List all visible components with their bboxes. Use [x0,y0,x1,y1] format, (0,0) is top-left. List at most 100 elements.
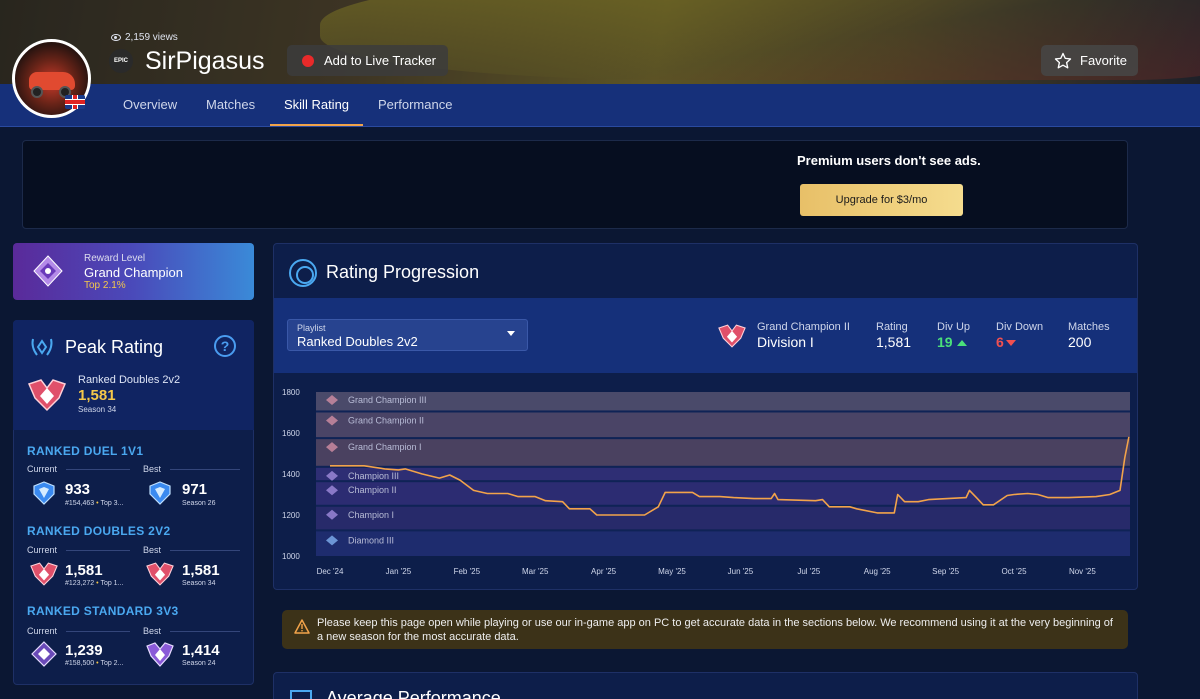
divider [66,550,130,551]
x-tick-label: May '25 [658,567,686,576]
x-tick-label: Jun '25 [728,567,754,576]
playlist-label: Playlist [297,323,326,333]
steering-wheel-icon [289,259,317,287]
profile-nav [0,84,1200,127]
div-up-label: Div Up [937,321,971,333]
view-count-text: 2,159 views [125,32,178,43]
rank-band [316,531,1130,556]
divider [66,631,130,632]
grand-champion-icon [718,324,746,348]
diamond-icon [149,481,171,505]
divider [66,469,130,470]
best-label: Best [143,545,162,555]
grand-champion-icon [30,562,58,586]
ranked-duel-current: 933 [65,481,91,498]
best-label: Best [143,626,162,636]
rank-band-label: Grand Champion II [348,416,424,426]
eye-icon [111,34,121,41]
ranked-doubles-best-season: Season 34 [182,580,216,587]
x-tick-label: Mar '25 [522,567,549,576]
live-tracker-label: Add to Live Tracker [324,53,436,68]
ranked-duel-best: 971 [182,481,208,498]
tab-skill-rating[interactable]: Skill Rating [284,97,349,112]
x-tick-label: Jul '25 [797,567,820,576]
view-count: 2,159 views [111,32,178,43]
ranked-standard-rank: #158,500 • Top 2... [65,660,124,667]
div-up-value: 19 [937,334,967,350]
peak-season: Season 34 [78,405,117,414]
peak-playlist: Ranked Doubles 2v2 [78,374,181,386]
champion-icon [146,642,174,667]
grand-champion-icon [146,562,174,586]
ranked-duel-title: RANKED DUEL 1V1 [27,444,144,458]
ranked-standard-title: RANKED STANDARD 3V3 [27,604,179,618]
current-label: Current [27,626,58,636]
grand-champion-reward-icon [33,255,63,287]
reward-rank: Grand Champion [84,265,183,280]
laurel-icon [31,338,53,356]
y-tick-label: 1000 [282,552,300,561]
rank-band [316,392,1130,411]
rank-band [316,412,1130,438]
reward-top-percent: Top 2.1% [84,280,126,291]
arrow-down-icon [1005,340,1016,347]
help-icon[interactable]: ? [214,335,236,357]
x-tick-label: Jan '25 [386,567,412,576]
rating-value: 1,581 [876,334,912,350]
ranked-duel-best-season: Season 26 [182,500,216,507]
diamond-icon [33,481,55,505]
x-tick-label: Aug '25 [864,567,891,576]
x-tick-label: Feb '25 [454,567,481,576]
upgrade-button[interactable]: Upgrade for $3/mo [800,184,963,216]
player-name: SirPigasus [145,47,265,75]
current-label: Current [27,545,58,555]
div-down-label: Div Down [996,321,1044,333]
rank-division: Division I [757,334,814,350]
peak-rating-title: Peak Rating [65,337,164,357]
x-tick-label: Oct '25 [1001,567,1027,576]
ranked-doubles-current: 1,581 [65,562,103,579]
y-tick-label: 1200 [282,511,300,520]
rank-band [316,439,1130,466]
tab-overview[interactable]: Overview [123,97,177,112]
tracking-notice-text: Please keep this page open while playing… [317,617,1113,643]
rank-band-label: Diamond III [348,535,394,545]
arrow-up-icon [956,340,967,347]
tab-matches[interactable]: Matches [206,97,255,112]
divider [170,469,240,470]
rank-band [316,506,1130,530]
divider [170,550,240,551]
uk-flag-icon [65,95,85,109]
grand-champion-icon [27,379,67,412]
rank-band [316,482,1130,505]
epic-games-icon: EPIC [109,49,133,73]
ranked-duel-rank: #154,463 • Top 3... [65,500,124,507]
rating-progression-chart[interactable]: Grand Champion III Grand Champion II Grand… [276,378,1136,583]
x-tick-label: Nov '25 [1069,567,1096,576]
x-tick-label: Apr '25 [591,567,617,576]
rating-label: Rating [876,321,908,333]
divider [170,631,240,632]
peak-rating-value: 1,581 [78,387,116,404]
playlist-value: Ranked Doubles 2v2 [297,334,418,349]
y-tick-label: 1800 [282,388,300,397]
reward-level-label: Reward Level [84,253,146,264]
rank-band-label: Champion III [348,471,399,481]
tab-performance[interactable]: Performance [378,97,452,112]
current-label: Current [27,464,58,474]
playlist-select[interactable]: Playlist Ranked Doubles 2v2 [287,319,528,351]
matches-value: 200 [1068,334,1092,350]
ranked-doubles-best: 1,581 [182,562,220,579]
rank-name: Grand Champion II [757,321,850,333]
div-down-value: 6 [996,334,1016,350]
best-label: Best [143,464,162,474]
x-tick-label: Sep '25 [932,567,959,576]
favorite-button[interactable]: Favorite [1041,45,1138,76]
matches-label: Matches [1068,321,1110,333]
rank-band-label: Champion II [348,485,397,495]
warning-icon [294,619,310,634]
add-to-live-tracker-button[interactable]: Add to Live Tracker [287,45,448,76]
ranked-standard-current: 1,239 [65,642,103,659]
rank-band-label: Grand Champion III [348,395,427,405]
champion-icon [31,641,57,667]
